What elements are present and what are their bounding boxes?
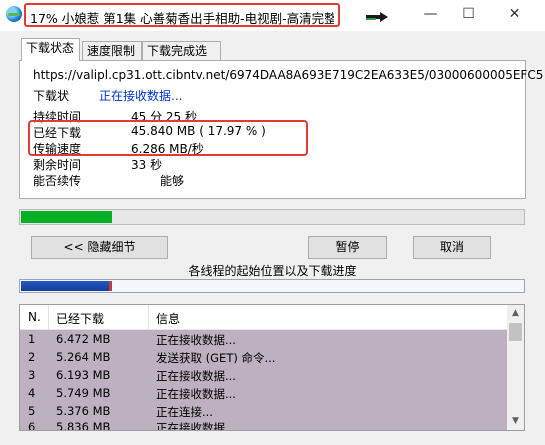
thread-info: 正在接收数据... <box>156 369 236 383</box>
thread-downloaded: 5.376 MB <box>56 404 111 418</box>
scroll-up-icon[interactable]: ▲ <box>507 305 524 322</box>
speed-label: 传输速度 <box>33 142 82 156</box>
thread-number: 4 <box>28 386 36 400</box>
thread-number: 2 <box>28 350 36 364</box>
thread-downloaded: 6.193 MB <box>56 368 111 382</box>
cancel-button[interactable]: 取消 <box>413 236 491 259</box>
resume-label: 能否续传 <box>33 174 82 188</box>
window-title: 17% 小娘惹 第1集 心善菊香出手相助-电视剧-高清完整... <box>30 11 334 26</box>
thread-number: 5 <box>28 404 36 418</box>
thread-downloaded: 6.472 MB <box>56 332 111 346</box>
thread-info: 发送获取 (GET) 命令... <box>156 351 276 365</box>
thread-info: 正在接收数据... <box>156 387 236 401</box>
status-label: 下载状 <box>33 89 70 103</box>
thread-downloaded: 5.836 MB <box>56 420 111 431</box>
column-header-info[interactable]: 信息 <box>156 310 180 327</box>
downloaded-value: 45.840 MB ( 17.97 % ) <box>131 124 266 138</box>
scroll-down-icon[interactable]: ▼ <box>507 413 524 430</box>
thread-list[interactable]: N. 已经下载 信息 1 6.472 MB 正在接收数据... 2 5.264 … <box>19 304 525 431</box>
thread-number: 6 <box>28 420 36 431</box>
column-header-downloaded[interactable]: 已经下载 <box>56 310 104 327</box>
list-item[interactable]: 4 5.749 MB 正在接收数据... <box>20 384 507 402</box>
speed-value: 6.286 MB/秒 <box>131 142 204 156</box>
download-url: https://valipl.cp31.ott.cibntv.net/6974D… <box>33 68 544 82</box>
downloaded-label: 已经下载 <box>33 126 82 140</box>
tab-download-status[interactable]: 下载状态 <box>21 38 80 61</box>
maximize-button[interactable]: ☐ <box>446 0 491 31</box>
remaining-value: 33 秒 <box>131 158 163 172</box>
column-header-n[interactable]: N. <box>28 310 41 324</box>
title-bar: 17% 小娘惹 第1集 心善菊香出手相助-电视剧-高清完整... — ☐ ✕ <box>0 0 545 31</box>
thread-number: 1 <box>28 332 36 346</box>
hide-details-button[interactable]: << 隐藏细节 <box>31 236 168 259</box>
thread-progress-fill <box>21 281 112 291</box>
remaining-label: 剩余时间 <box>33 158 82 172</box>
tab-completion-options[interactable]: 下载完成选项 <box>142 41 221 76</box>
thread-info: 正在接收数据... <box>156 421 236 431</box>
list-scrollbar[interactable]: ▲ ▼ <box>507 305 524 430</box>
close-button[interactable]: ✕ <box>492 0 537 31</box>
tab-speed-limit[interactable]: 速度限制 <box>82 41 142 60</box>
thread-downloaded: 5.749 MB <box>56 386 111 400</box>
thread-number: 3 <box>28 368 36 382</box>
list-body: 1 6.472 MB 正在接收数据... 2 5.264 MB 发送获取 (GE… <box>20 330 507 430</box>
progress-fill <box>21 211 112 223</box>
idm-app-icon <box>6 6 22 22</box>
list-item[interactable]: 1 6.472 MB 正在接收数据... <box>20 330 507 348</box>
status-value: 正在接收数据... <box>99 89 183 103</box>
thread-downloaded: 5.264 MB <box>56 350 111 364</box>
thread-position-marker <box>109 281 112 291</box>
threads-title: 各线程的起始位置以及下载进度 <box>188 264 357 278</box>
arrow-right-icon <box>366 12 388 22</box>
list-item[interactable]: 6 5.836 MB 正在接收数据... <box>20 418 507 431</box>
list-item[interactable]: 3 6.193 MB 正在接收数据... <box>20 366 507 384</box>
list-item[interactable]: 2 5.264 MB 发送获取 (GET) 命令... <box>20 348 507 366</box>
column-divider <box>48 305 49 329</box>
pause-button[interactable]: 暂停 <box>308 236 387 259</box>
column-divider <box>148 305 149 329</box>
scrollbar-thumb[interactable] <box>509 323 522 341</box>
thread-info: 正在接收数据... <box>156 333 236 347</box>
list-header: N. 已经下载 信息 <box>20 305 507 330</box>
title-highlight-frame: 17% 小娘惹 第1集 心善菊香出手相助-电视剧-高清完整... <box>24 3 340 27</box>
resume-value: 能够 <box>160 174 185 188</box>
download-progress-bar <box>19 209 525 225</box>
status-panel: https://valipl.cp31.ott.cibntv.net/6974D… <box>19 60 543 199</box>
thread-progress-map <box>19 279 525 293</box>
